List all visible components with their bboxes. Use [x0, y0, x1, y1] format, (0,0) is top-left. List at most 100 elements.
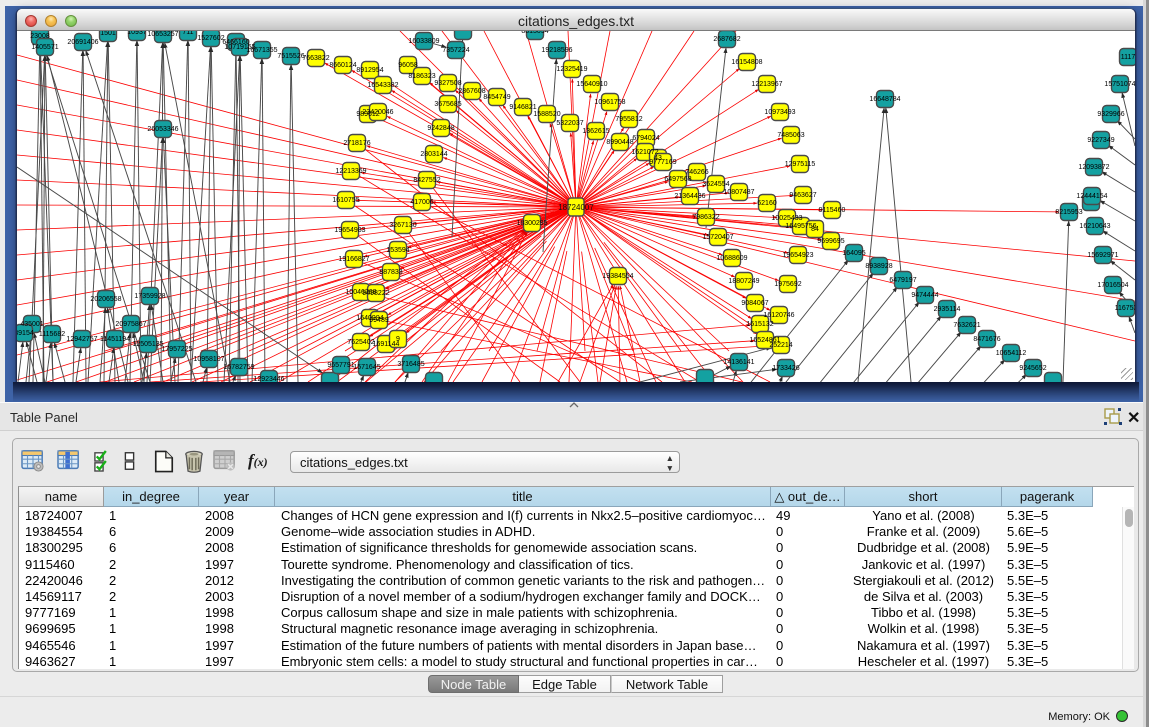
svg-text:2687682: 2687682 [713, 36, 740, 43]
svg-text:19654983: 19654983 [334, 227, 365, 234]
svg-text:417006: 417006 [410, 199, 433, 206]
svg-text:9084067: 9084067 [741, 300, 768, 307]
svg-text:15692971: 15692971 [1087, 252, 1118, 259]
svg-text:7632621: 7632621 [953, 322, 980, 329]
svg-text:8215953: 8215953 [1055, 209, 1082, 216]
svg-text:10958107: 10958107 [193, 356, 224, 363]
svg-text:1975692: 1975692 [774, 281, 801, 288]
svg-text:153594: 153594 [386, 247, 409, 254]
svg-text:9498222: 9498222 [362, 290, 389, 297]
svg-text:1615132: 1615132 [746, 321, 773, 328]
svg-text:8813054: 8813054 [521, 31, 548, 35]
svg-text:7485063: 7485063 [777, 132, 804, 139]
svg-text:10973493: 10973493 [764, 109, 795, 116]
svg-text:9242848: 9242848 [427, 125, 454, 132]
svg-text:887833: 887833 [379, 269, 402, 276]
svg-text:3267130: 3267130 [389, 222, 416, 229]
svg-text:14136141: 14136141 [723, 359, 754, 366]
svg-text:7986322: 7986322 [692, 214, 719, 221]
svg-text:8938928: 8938928 [865, 263, 892, 270]
svg-text:1115682: 1115682 [39, 331, 65, 338]
svg-text:8427552: 8427552 [413, 177, 440, 184]
svg-text:2935114: 2935114 [934, 306, 961, 313]
svg-text:8660124: 8660124 [329, 62, 356, 69]
svg-text:9327508: 9327508 [434, 80, 461, 87]
svg-text:252214: 252214 [769, 342, 792, 349]
svg-text:23420046: 23420046 [362, 109, 393, 116]
svg-text:1733426: 1733426 [772, 365, 799, 372]
svg-text:16120746: 16120746 [763, 312, 794, 319]
svg-text:1362615: 1362615 [582, 128, 609, 135]
svg-text:164095: 164095 [842, 250, 865, 257]
svg-text:8471676: 8471676 [973, 336, 1000, 343]
svg-text:8912954: 8912954 [356, 67, 383, 74]
svg-text:10025433: 10025433 [771, 215, 802, 222]
svg-text:10961758: 10961758 [594, 99, 625, 106]
svg-text:1588520: 1588520 [533, 111, 560, 118]
svg-text:1527602: 1527602 [197, 35, 224, 42]
svg-text:18807249: 18807249 [728, 278, 759, 285]
svg-text:15751074: 15751074 [1104, 81, 1135, 88]
svg-text:9329966: 9329966 [1097, 111, 1124, 118]
svg-text:9146821: 9146821 [509, 104, 536, 111]
svg-text:15720407: 15720407 [702, 234, 733, 241]
svg-text:8990448: 8990448 [606, 139, 633, 146]
svg-text:19654923: 19654923 [782, 252, 813, 259]
svg-text:19218596: 19218596 [541, 47, 572, 54]
svg-text:12093872: 12093872 [1078, 164, 1109, 171]
svg-text:16543382: 16543382 [367, 82, 398, 89]
svg-text:9474444: 9474444 [911, 292, 938, 299]
svg-text:21364436: 21364436 [674, 193, 705, 200]
svg-text:9699695: 9699695 [817, 238, 844, 245]
svg-text:7955812: 7955812 [615, 116, 642, 123]
svg-text:18724007: 18724007 [558, 203, 594, 212]
svg-text:9245652: 9245652 [1019, 365, 1046, 372]
svg-text:10653257: 10653257 [147, 31, 178, 38]
svg-text:6497568: 6497568 [664, 176, 691, 183]
svg-text:3675685: 3675685 [434, 101, 461, 108]
svg-text:7357224: 7357224 [442, 47, 469, 54]
svg-text:17359928: 17359928 [134, 293, 165, 300]
svg-text:20975867: 20975867 [115, 321, 146, 328]
svg-text:1405571: 1405571 [31, 44, 58, 51]
svg-text:12942757: 12942757 [66, 336, 97, 343]
svg-text:435001: 435001 [20, 321, 43, 328]
svg-text:9115460: 9115460 [819, 207, 846, 214]
svg-text:12975115: 12975115 [785, 161, 816, 168]
svg-text:16210643: 16210643 [1079, 223, 1110, 230]
svg-text:39154: 39154 [17, 330, 34, 337]
svg-text:1501: 1501 [100, 31, 116, 37]
svg-text:9777169: 9777169 [649, 159, 676, 166]
svg-text:15640910: 15640910 [576, 81, 607, 88]
svg-text:12213967: 12213967 [751, 81, 782, 88]
svg-text:711: 711 [182, 31, 193, 36]
svg-text:8454749: 8454749 [483, 94, 510, 101]
svg-text:7663822: 7663822 [302, 55, 329, 62]
svg-text:12923446: 12923446 [253, 376, 284, 382]
svg-text:16782759: 16782759 [223, 364, 254, 371]
svg-text:5322037: 5322037 [556, 120, 583, 127]
svg-text:20691406: 20691406 [67, 39, 98, 46]
svg-text:746266: 746266 [685, 169, 708, 176]
svg-text:1117: 1117 [1121, 54, 1135, 61]
svg-text:19384554: 19384554 [602, 273, 633, 280]
svg-text:10654112: 10654112 [996, 350, 1027, 357]
svg-text:7625402: 7625402 [347, 339, 374, 346]
svg-text:6794024: 6794024 [632, 135, 659, 142]
svg-text:7515526: 7515526 [277, 53, 304, 60]
svg-text:116753: 116753 [1115, 305, 1135, 312]
svg-text:10807487: 10807487 [723, 189, 754, 196]
svg-text:1571645: 1571645 [353, 364, 380, 371]
svg-text:9657791: 9657791 [327, 362, 354, 369]
svg-text:16154808: 16154808 [731, 59, 762, 66]
svg-text:11451194: 11451194 [100, 336, 130, 343]
svg-text:26053346: 26053346 [147, 126, 178, 133]
svg-text:1610755: 1610755 [332, 197, 359, 204]
svg-text:12325419: 12325419 [556, 66, 587, 73]
svg-text:96058: 96058 [398, 62, 418, 69]
svg-text:17957225: 17957225 [161, 346, 192, 353]
svg-text:8186323: 8186323 [408, 73, 435, 80]
svg-text:19166827: 19166827 [338, 256, 369, 263]
svg-text:10937: 10937 [127, 31, 147, 36]
svg-text:10688609: 10688609 [716, 255, 747, 262]
